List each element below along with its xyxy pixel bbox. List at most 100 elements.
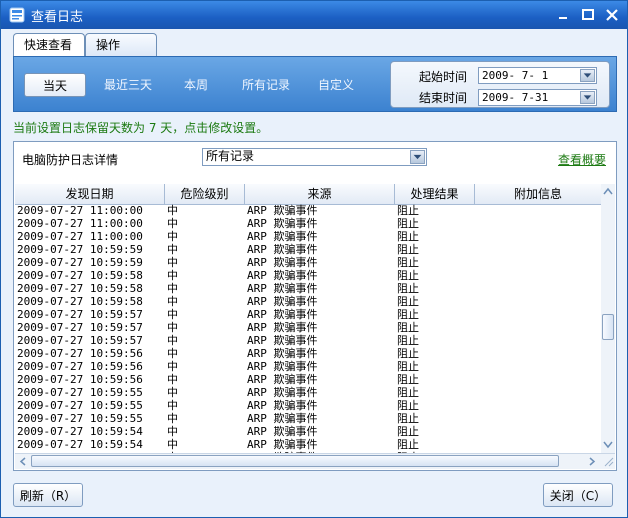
horizontal-scroll-thumb[interactable] <box>31 455 559 467</box>
log-filter-dropdown[interactable]: 所有记录 <box>202 148 427 166</box>
range-all-records-button[interactable]: 所有记录 <box>236 73 296 97</box>
table-cell: 中 <box>167 269 178 282</box>
table-cell: 2009-07-27 10:59:56 <box>17 373 143 386</box>
column-header-source[interactable]: 来源 <box>245 184 395 204</box>
filter-bar: 当天 最近三天 本周 所有记录 自定义 起始时间 2009- 7- 1 结束时间… <box>13 56 617 112</box>
table-row[interactable]: 2009-07-27 10:59:57 中 ARP 欺骗事件 阻止 <box>15 321 601 334</box>
table-cell: 中 <box>167 386 178 399</box>
table-cell: 2009-07-27 10:59:58 <box>17 269 143 282</box>
table-cell: 2009-07-27 10:59:58 <box>17 295 143 308</box>
table-row[interactable]: 2009-07-27 10:59:56 中 ARP 欺骗事件 阻止 <box>15 360 601 373</box>
table-row[interactable]: 2009-07-27 10:59:54 中 ARP 欺骗事件 阻止 <box>15 438 601 451</box>
table-row[interactable]: 2009-07-27 10:59:58 中 ARP 欺骗事件 阻止 <box>15 269 601 282</box>
table-cell: 阻止 <box>397 230 419 243</box>
table-cell: 中 <box>167 282 178 295</box>
table-cell: 2009-07-27 10:59:59 <box>17 243 143 256</box>
table-cell: 阻止 <box>397 334 419 347</box>
table-cell: 中 <box>167 399 178 412</box>
table-row[interactable]: 2009-07-27 10:59:58 中 ARP 欺骗事件 阻止 <box>15 282 601 295</box>
table-cell: 中 <box>167 295 178 308</box>
minimize-icon[interactable] <box>557 8 571 22</box>
table-row[interactable]: 2009-07-27 10:59:58 中 ARP 欺骗事件 阻止 <box>15 295 601 308</box>
table-cell: 2009-07-27 10:59:57 <box>17 334 143 347</box>
table-row[interactable]: 2009-07-27 10:59:55 中 ARP 欺骗事件 阻止 <box>15 386 601 399</box>
column-header-risk-level[interactable]: 危险级别 <box>165 184 245 204</box>
table-cell: 2009-07-27 10:59:58 <box>17 282 143 295</box>
table-cell: ARP 欺骗事件 <box>247 399 318 412</box>
table-cell: 阻止 <box>397 412 419 425</box>
vertical-scrollbar[interactable] <box>601 184 615 454</box>
view-overview-link[interactable]: 查看概要 <box>558 151 606 168</box>
range-custom-button[interactable]: 自定义 <box>310 73 362 97</box>
table-cell: ARP 欺骗事件 <box>247 269 318 282</box>
table-cell: 中 <box>167 308 178 321</box>
vertical-scroll-thumb[interactable] <box>602 314 614 340</box>
chevron-down-icon[interactable] <box>580 91 595 104</box>
table-cell: ARP 欺骗事件 <box>247 373 318 386</box>
table-cell: ARP 欺骗事件 <box>247 321 318 334</box>
table-cell: 2009-07-27 11:00:00 <box>17 217 143 230</box>
table-row[interactable]: 2009-07-27 10:59:59 中 ARP 欺骗事件 阻止 <box>15 243 601 256</box>
table-cell: 2009-07-27 11:00:00 <box>17 204 143 217</box>
range-this-week-button[interactable]: 本周 <box>172 73 220 97</box>
start-time-value: 2009- 7- 1 <box>482 69 549 82</box>
range-last-three-days-button[interactable]: 最近三天 <box>96 73 160 97</box>
table-cell: 阻止 <box>397 269 419 282</box>
table-cell: 阻止 <box>397 386 419 399</box>
maximize-icon[interactable] <box>581 8 595 22</box>
table-cell: 中 <box>167 230 178 243</box>
table-row[interactable]: 2009-07-27 10:59:55 中 ARP 欺骗事件 阻止 <box>15 412 601 425</box>
table-cell: 2009-07-27 11:00:00 <box>17 230 143 243</box>
table-row[interactable]: 2009-07-27 10:59:56 中 ARP 欺骗事件 阻止 <box>15 347 601 360</box>
retention-notice-link[interactable]: 当前设置日志保留天数为 7 天，点击修改设置。 <box>13 119 268 136</box>
tab-quick-view[interactable]: 快速查看 <box>13 33 85 57</box>
horizontal-scrollbar[interactable] <box>15 453 615 469</box>
table-cell: ARP 欺骗事件 <box>247 425 318 438</box>
table-cell: 2009-07-27 10:59:57 <box>17 321 143 334</box>
start-time-dropdown[interactable]: 2009- 7- 1 <box>478 67 597 84</box>
table-cell: 2009-07-27 10:59:56 <box>17 360 143 373</box>
table-cell: ARP 欺骗事件 <box>247 282 318 295</box>
table-cell: 中 <box>167 412 178 425</box>
column-header-result[interactable]: 处理结果 <box>395 184 475 204</box>
table-row[interactable]: 2009-07-27 10:59:59 中 ARP 欺骗事件 阻止 <box>15 256 601 269</box>
tab-operations[interactable]: 操作 <box>85 33 157 56</box>
log-table-body: 2009-07-27 11:00:00 中 ARP 欺骗事件 阻止 2009-07-27… <box>15 204 601 454</box>
chevron-down-icon[interactable] <box>580 69 595 82</box>
table-cell: 阻止 <box>397 425 419 438</box>
refresh-button[interactable]: 刷新（R） <box>13 483 83 507</box>
end-time-dropdown[interactable]: 2009- 7-31 <box>478 89 597 106</box>
log-table-header: 发现日期 危险级别 来源 处理结果 附加信息 <box>15 184 601 205</box>
table-row[interactable]: 2009-07-27 11:00:00 中 ARP 欺骗事件 阻止 <box>15 204 601 217</box>
scroll-down-icon[interactable] <box>602 440 614 450</box>
table-cell: 中 <box>167 204 178 217</box>
time-range-box: 起始时间 2009- 7- 1 结束时间 2009- 7-31 <box>390 61 610 108</box>
table-cell: 阻止 <box>397 295 419 308</box>
scroll-up-icon[interactable] <box>602 186 614 196</box>
table-cell: 中 <box>167 360 178 373</box>
column-header-extra-info[interactable]: 附加信息 <box>475 184 601 204</box>
table-cell: ARP 欺骗事件 <box>247 243 318 256</box>
log-filter-value: 所有记录 <box>206 149 255 163</box>
table-row[interactable]: 2009-07-27 10:59:57 中 ARP 欺骗事件 阻止 <box>15 308 601 321</box>
scroll-right-icon[interactable] <box>587 456 597 467</box>
close-button[interactable]: 关闭（C） <box>543 483 613 507</box>
table-row[interactable]: 2009-07-27 10:59:54 中 ARP 欺骗事件 阻止 <box>15 425 601 438</box>
table-cell: 2009-07-27 10:59:54 <box>17 425 143 438</box>
end-time-value: 2009- 7-31 <box>482 91 549 104</box>
chevron-down-icon[interactable] <box>410 150 425 164</box>
title-bar[interactable]: 查看日志 <box>1 1 627 29</box>
log-panel: 电脑防护日志详情 所有记录 查看概要 发现日期 危险级别 来源 处理结果 附加信… <box>13 141 617 471</box>
column-header-date[interactable]: 发现日期 <box>15 184 165 204</box>
table-cell: 阻止 <box>397 321 419 334</box>
table-cell: 中 <box>167 217 178 230</box>
scroll-left-icon[interactable] <box>18 456 28 467</box>
table-row[interactable]: 2009-07-27 11:00:00 中 ARP 欺骗事件 阻止 <box>15 217 601 230</box>
table-row[interactable]: 2009-07-27 10:59:57 中 ARP 欺骗事件 阻止 <box>15 334 601 347</box>
table-row[interactable]: 2009-07-27 11:00:00 中 ARP 欺骗事件 阻止 <box>15 230 601 243</box>
range-today-button[interactable]: 当天 <box>24 73 86 97</box>
table-row[interactable]: 2009-07-27 10:59:55 中 ARP 欺骗事件 阻止 <box>15 399 601 412</box>
table-cell: 2009-07-27 10:59:59 <box>17 256 143 269</box>
close-icon[interactable] <box>605 8 619 22</box>
table-row[interactable]: 2009-07-27 10:59:56 中 ARP 欺骗事件 阻止 <box>15 373 601 386</box>
